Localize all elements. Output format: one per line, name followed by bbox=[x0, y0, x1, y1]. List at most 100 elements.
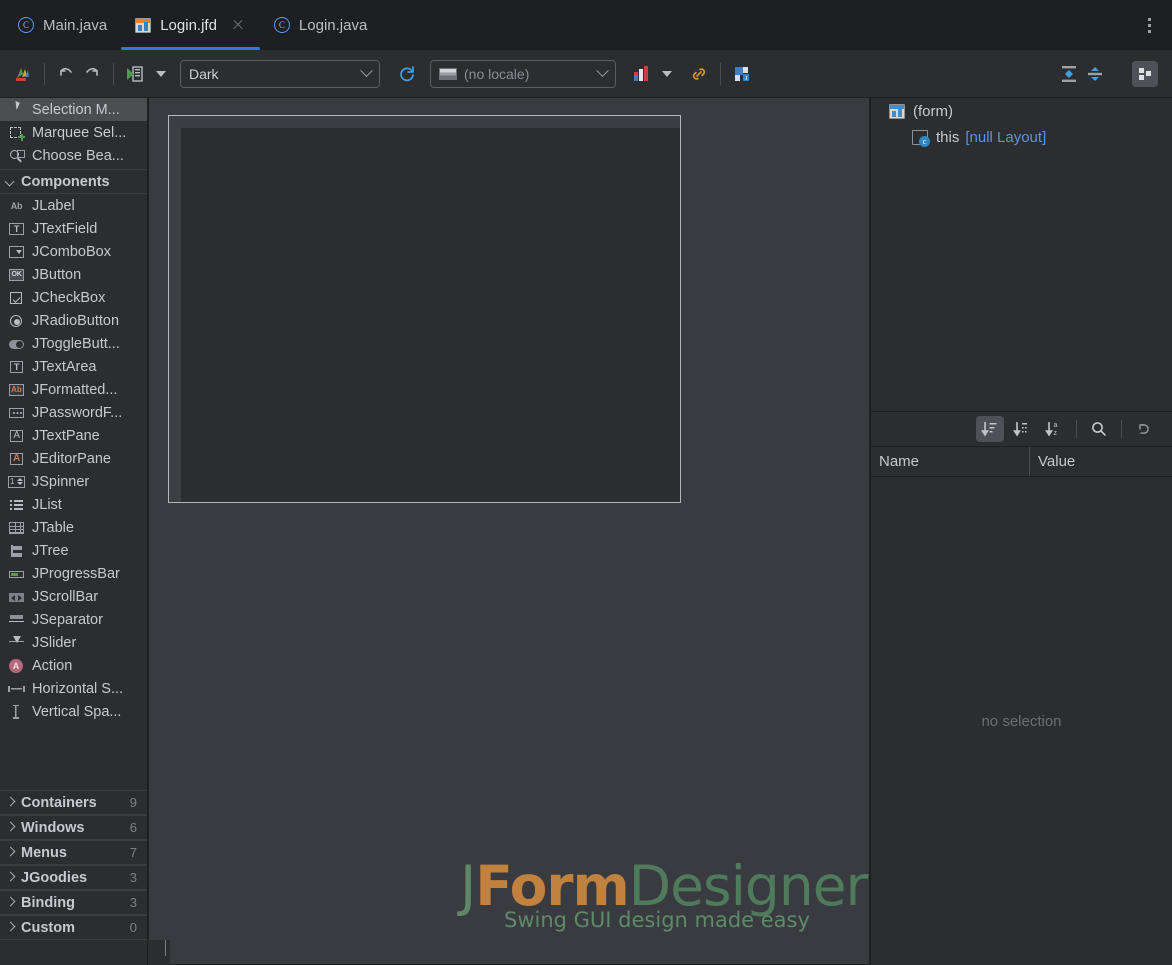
tab-login-java[interactable]: C Login.java bbox=[260, 0, 381, 50]
palette-item-jslider[interactable]: JSlider bbox=[0, 631, 147, 654]
palette-group-custom[interactable]: Custom 0 bbox=[0, 915, 147, 940]
tree-node-form[interactable]: (form) bbox=[871, 98, 1172, 124]
palette-item-label: JRadioButton bbox=[32, 312, 120, 329]
tab-main-java[interactable]: C Main.java bbox=[0, 0, 121, 50]
jlist-icon bbox=[8, 497, 25, 513]
design-canvas[interactable]: JFormDesignerTM Swing GUI design made ea… bbox=[149, 98, 869, 965]
palette-group-binding[interactable]: Binding 3 bbox=[0, 890, 147, 915]
no-selection-message: no selection bbox=[981, 712, 1062, 730]
locale-combo-value: (no locale) bbox=[464, 65, 530, 82]
palette-item-jscrollbar[interactable]: JScrollBar bbox=[0, 585, 147, 608]
search-icon[interactable] bbox=[1085, 416, 1113, 442]
undo-icon[interactable] bbox=[53, 61, 79, 87]
jformdesigner-window: C Main.java Login.jfd C Login.java Dark … bbox=[0, 0, 1172, 965]
palette-group-label: Custom bbox=[21, 919, 75, 936]
refresh-icon[interactable] bbox=[394, 61, 420, 87]
more-vertical-icon[interactable] bbox=[1136, 0, 1162, 50]
export-java-icon[interactable]: J bbox=[729, 61, 755, 87]
form-frame[interactable] bbox=[168, 115, 681, 503]
color-palette-icon[interactable] bbox=[10, 61, 36, 87]
distribute-vertical-icon[interactable] bbox=[1082, 61, 1108, 87]
palette-item-jpasswordfield[interactable]: JPasswordF... bbox=[0, 401, 147, 424]
action-icon: A bbox=[8, 658, 25, 674]
sort-grouped-icon[interactable] bbox=[1008, 416, 1036, 442]
restore-icon[interactable] bbox=[1130, 416, 1158, 442]
chevron-down-icon bbox=[596, 64, 609, 78]
palette-item-jtree[interactable]: JTree bbox=[0, 539, 147, 562]
palette-tool-selection-mode[interactable]: Selection M... bbox=[0, 98, 147, 121]
editor-tab-bar: C Main.java Login.jfd C Login.java bbox=[0, 0, 1172, 50]
tab-login-jfd[interactable]: Login.jfd bbox=[121, 0, 260, 50]
palette-group-count: 3 bbox=[129, 895, 137, 910]
sort-alphabetical-icon[interactable]: a z bbox=[1040, 416, 1068, 442]
java-class-icon: C bbox=[18, 17, 34, 33]
palette-group-jgoodies[interactable]: JGoodies 3 bbox=[0, 865, 147, 890]
palette-item-label: JSpinner bbox=[32, 473, 90, 490]
jcheckbox-icon bbox=[8, 290, 25, 306]
palette-item-jtextarea[interactable]: T JTextArea bbox=[0, 355, 147, 378]
palette-item-label: JTextField bbox=[32, 220, 98, 237]
localize-icon[interactable] bbox=[628, 61, 654, 87]
palette-item-jseparator[interactable]: JSeparator bbox=[0, 608, 147, 631]
palette-item-jprogressbar[interactable]: JProgressBar bbox=[0, 562, 147, 585]
right-dock: (form) this [null Layout] bbox=[870, 98, 1172, 965]
palette-item-vertical-strut[interactable]: Vertical Spa... bbox=[0, 700, 147, 723]
palette-item-label: JComboBox bbox=[32, 243, 111, 260]
palette-item-horizontal-strut[interactable]: Horizontal S... bbox=[0, 677, 147, 700]
palette-item-jbutton[interactable]: OK JButton bbox=[0, 263, 147, 286]
locale-combo[interactable]: (no locale) bbox=[430, 59, 616, 88]
palette-item-action[interactable]: A Action bbox=[0, 654, 147, 677]
structure-tree[interactable]: (form) this [null Layout] bbox=[871, 98, 1172, 411]
jtogglebutton-icon bbox=[8, 336, 25, 352]
palette-item-jcheckbox[interactable]: JCheckBox bbox=[0, 286, 147, 309]
palette-item-jlist[interactable]: JList bbox=[0, 493, 147, 516]
palette-item-jformattedtextfield[interactable]: Ab JFormatted... bbox=[0, 378, 147, 401]
palette-item-jtable[interactable]: JTable bbox=[0, 516, 147, 539]
palette-item-jtogglebutton[interactable]: JToggleButt... bbox=[0, 332, 147, 355]
layout-grid-icon[interactable] bbox=[1132, 60, 1158, 87]
palette-item-label: JProgressBar bbox=[32, 565, 120, 582]
palette-item-jeditorpane[interactable]: A JEditorPane bbox=[0, 447, 147, 470]
palette-group-label: Binding bbox=[21, 894, 75, 911]
close-icon[interactable] bbox=[230, 17, 246, 33]
palette-group-menus[interactable]: Menus 7 bbox=[0, 840, 147, 865]
preview-dropdown-icon[interactable] bbox=[148, 61, 174, 87]
palette-item-jspinner[interactable]: 1 JSpinner bbox=[0, 470, 147, 493]
form-surface[interactable] bbox=[181, 128, 680, 502]
toolbar-divider bbox=[44, 62, 45, 85]
palette-group-containers[interactable]: Containers 9 bbox=[0, 790, 147, 815]
properties-empty-state: no selection bbox=[871, 477, 1172, 965]
column-header-value[interactable]: Value bbox=[1030, 447, 1172, 476]
toolbar-divider bbox=[113, 62, 114, 85]
jseparator-icon bbox=[8, 612, 25, 628]
redo-icon[interactable] bbox=[79, 61, 105, 87]
column-header-name[interactable]: Name bbox=[871, 447, 1030, 476]
horizontal-strut-icon bbox=[8, 681, 25, 697]
preview-run-icon[interactable] bbox=[122, 61, 148, 87]
properties-toolbar: a z bbox=[871, 411, 1172, 447]
palette-group-windows[interactable]: Windows 6 bbox=[0, 815, 147, 840]
palette-tool-marquee-select[interactable]: Marquee Sel... bbox=[0, 121, 147, 144]
tree-node-label: this bbox=[936, 128, 960, 146]
component-palette: Selection M... Marquee Sel... Choose Bea… bbox=[0, 98, 148, 965]
palette-item-jlabel[interactable]: Ab JLabel bbox=[0, 194, 147, 217]
link-icon[interactable] bbox=[686, 61, 712, 87]
localize-dropdown-icon[interactable] bbox=[654, 61, 680, 87]
chevron-right-icon bbox=[6, 823, 15, 832]
palette-item-jcombobox[interactable]: JComboBox bbox=[0, 240, 147, 263]
tree-node-this[interactable]: this [null Layout] bbox=[871, 124, 1172, 150]
palette-tool-label: Marquee Sel... bbox=[32, 124, 127, 141]
palette-tool-choose-bean[interactable]: Choose Bea... bbox=[0, 144, 147, 167]
palette-item-jtextfield[interactable]: T JTextField bbox=[0, 217, 147, 240]
palette-item-label: JTable bbox=[32, 519, 74, 536]
theme-combo[interactable]: Dark bbox=[180, 59, 380, 88]
palette-item-jradiobutton[interactable]: JRadioButton bbox=[0, 309, 147, 332]
chevron-right-icon bbox=[6, 798, 15, 807]
sort-by-category-icon[interactable] bbox=[976, 416, 1004, 442]
palette-group-components[interactable]: Components bbox=[0, 169, 147, 194]
palette-item-jtextpane[interactable]: A JTextPane bbox=[0, 424, 147, 447]
designer-toolbar: Dark (no locale) J bbox=[0, 50, 1172, 98]
jeditorpane-icon: A bbox=[8, 451, 25, 467]
align-vertical-center-icon[interactable] bbox=[1056, 61, 1082, 87]
palette-splitter-handle[interactable] bbox=[148, 940, 170, 965]
